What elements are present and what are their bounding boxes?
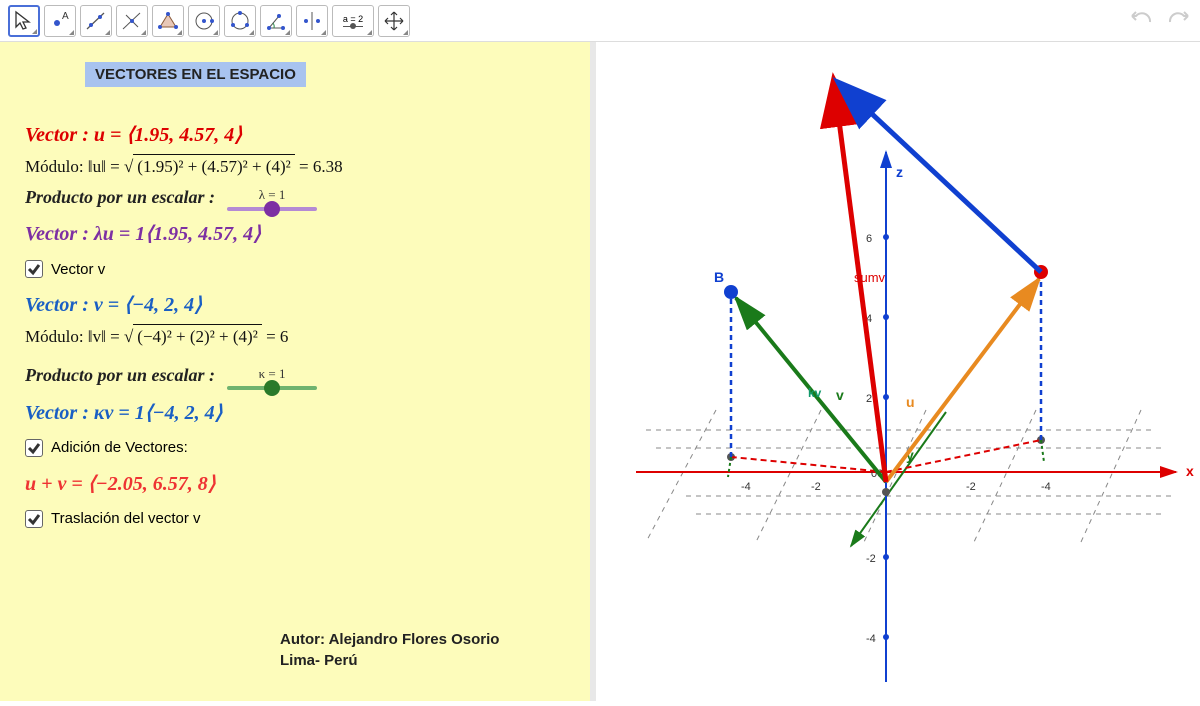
svg-text:u: u [906, 394, 915, 410]
modulo-v: Módulo: ‖v‖ = √(−4)² + (2)² + (4)² = 6 [25, 327, 565, 347]
svg-text:-4: -4 [741, 481, 751, 493]
vector-lambda-u-def: Vector : λu = 1⟨1.95, 4.57, 4⟩ [25, 221, 565, 246]
checkbox-translation-row: Traslación del vector v [25, 510, 565, 528]
tool-arrow[interactable] [8, 5, 40, 37]
checkbox-translation[interactable] [25, 510, 43, 528]
xy-grid [646, 410, 1176, 542]
checkbox-addition[interactable] [25, 439, 43, 457]
toolbar: A a = 2 [0, 0, 1200, 42]
svg-text:-2: -2 [866, 553, 876, 565]
lambda-slider[interactable]: λ = 1 [227, 187, 317, 211]
tool-polygon[interactable] [152, 5, 184, 37]
vector-sum-def: u + v = ⟨−2.05, 6.57, 8⟩ [25, 471, 565, 496]
point-B[interactable] [724, 285, 738, 299]
scalar-product-u-row: Producto por un escalar : λ = 1 [25, 187, 565, 211]
tool-slider[interactable]: a = 2 [332, 5, 374, 37]
svg-text:-4: -4 [1041, 481, 1051, 493]
svg-text:z: z [896, 164, 903, 180]
vector-u-def: Vector : u = ⟨1.95, 4.57, 4⟩ [25, 122, 565, 147]
svg-text:kv: kv [808, 386, 822, 400]
tool-point[interactable]: A [44, 5, 76, 37]
checkbox-vector-v-row: Vector v [25, 260, 565, 278]
author-credit: Autor: Alejandro Flores Osorio Lima- Per… [280, 629, 499, 671]
svg-text:-2: -2 [966, 481, 976, 493]
origin-point [882, 488, 890, 496]
redo-button[interactable] [1164, 8, 1192, 33]
tool-move-view[interactable] [378, 5, 410, 37]
vector-u[interactable] [886, 279, 1039, 482]
graphics-3d-view[interactable]: x y z -4 -2 2 4 6 -4 [590, 42, 1200, 701]
modulo-u: Módulo: ‖u‖ = √(1.95)² + (4.57)² + (4)² … [25, 157, 565, 177]
main-area: VECTORES EN EL ESPACIO Vector : u = ⟨1.9… [0, 42, 1200, 701]
undo-button[interactable] [1128, 8, 1156, 33]
tool-reflect[interactable] [296, 5, 328, 37]
svg-text:-2: -2 [811, 481, 821, 493]
checkbox-vector-v[interactable] [25, 260, 43, 278]
svg-text:v: v [836, 387, 844, 403]
svg-text:6: 6 [866, 233, 872, 245]
checkbox-addition-row: Adición de Vectores: [25, 439, 565, 457]
scalar-product-v-row: Producto por un escalar : κ = 1 [25, 365, 565, 389]
svg-text:-4: -4 [866, 633, 876, 645]
kappa-slider[interactable]: κ = 1 [227, 366, 317, 390]
vector-v-def: Vector : v = ⟨−4, 2, 4⟩ [25, 292, 565, 317]
tool-line[interactable] [80, 5, 112, 37]
svg-text:sumv: sumv [854, 270, 886, 285]
tool-circle-center[interactable] [188, 5, 220, 37]
vector-kappa-v-def: Vector : κv = 1⟨−4, 2, 4⟩ [25, 400, 565, 425]
tool-circle-3pt[interactable] [224, 5, 256, 37]
panel-title: VECTORES EN EL ESPACIO [85, 62, 306, 87]
algebra-panel: VECTORES EN EL ESPACIO Vector : u = ⟨1.9… [0, 42, 590, 701]
svg-text:x: x [1186, 463, 1194, 479]
proj-v-plane [731, 457, 886, 472]
tool-perpendicular[interactable] [116, 5, 148, 37]
svg-text:B: B [714, 269, 724, 285]
tool-angle[interactable] [260, 5, 292, 37]
svg-text:A: A [62, 11, 69, 22]
svg-text:2: 2 [866, 393, 872, 405]
y-axis [851, 412, 946, 546]
